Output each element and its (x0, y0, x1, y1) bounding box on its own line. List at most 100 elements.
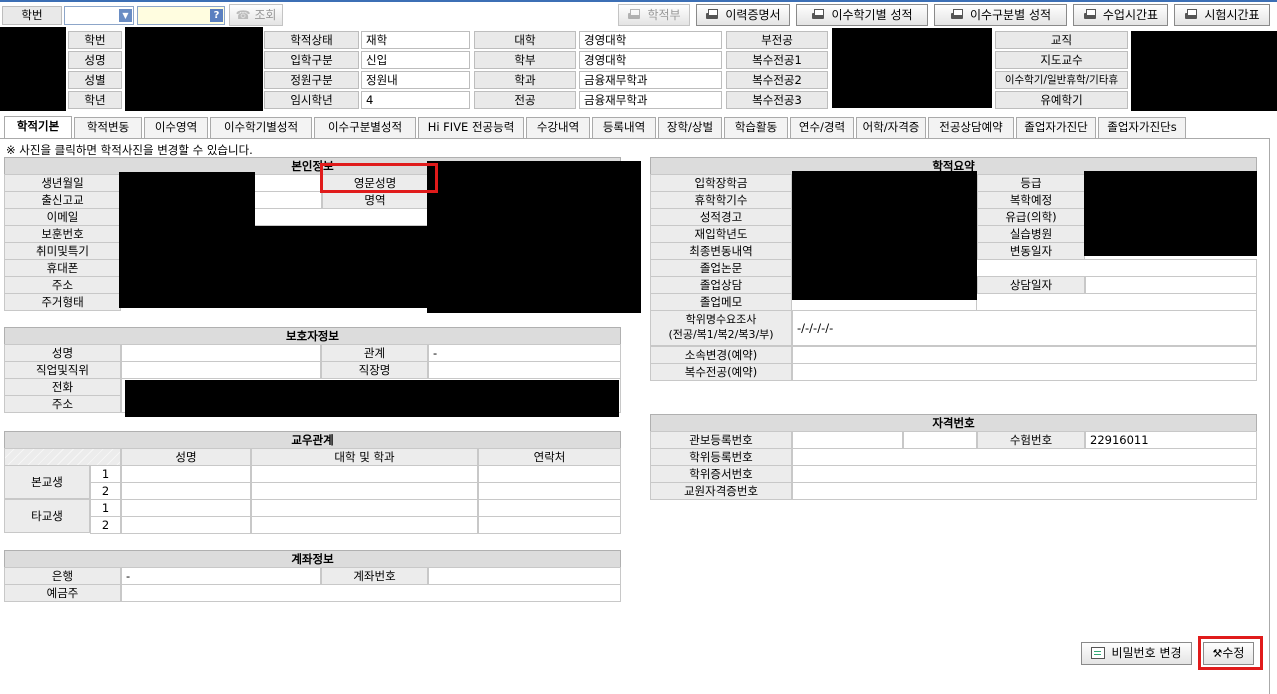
friend-cell (251, 499, 478, 517)
student-photo-redacted[interactable] (0, 27, 66, 111)
warning-label: 성적경고 (650, 208, 792, 226)
license-no-label: 관보등록번호 (650, 431, 792, 449)
row-num: 2 (90, 482, 121, 500)
account-no-value (428, 567, 621, 585)
account-header: 계좌정보 (4, 550, 621, 568)
friend-cell (478, 499, 621, 517)
personal-redacted-middle (255, 226, 428, 308)
job-label: 직업및직위 (4, 361, 121, 379)
friend-cell (121, 465, 251, 483)
class-schedule-button[interactable]: 수업시간표 (1073, 4, 1168, 26)
memo-value (976, 293, 1257, 311)
workplace-label: 직장명 (321, 361, 428, 379)
hobby-label: 취미및특기 (4, 242, 121, 260)
gender-label: 성별 (68, 71, 122, 89)
double-major3-label: 복수전공3 (726, 91, 828, 109)
tab-13[interactable]: 졸업자가진단 (1016, 117, 1096, 138)
class-schedule-label: 수업시간표 (1102, 8, 1159, 22)
hakjeokbu-button[interactable]: 학적부 (618, 4, 690, 26)
temp-grade-value: 4 (361, 91, 470, 109)
hakbun-label: 학번 (68, 31, 122, 49)
row-external-label: 타교생 (4, 499, 90, 533)
personal-photo-redacted[interactable] (427, 161, 641, 313)
school-label: 출신고교 (4, 191, 121, 209)
student-id-select[interactable]: ▼ (64, 6, 134, 25)
tab-4[interactable]: 이수구분별성적 (314, 117, 416, 138)
tab-6[interactable]: 수강내역 (526, 117, 590, 138)
tab-9[interactable]: 학습활동 (724, 117, 788, 138)
division-label: 학부 (474, 51, 576, 69)
return-label: 복학예정 (977, 191, 1085, 209)
email-label: 이메일 (4, 208, 121, 226)
change-password-label: 비밀번호 변경 (1111, 646, 1182, 660)
bank-value: - (121, 567, 321, 585)
friend-cell (478, 465, 621, 483)
degree-cert-label: 학위증서번호 (650, 465, 792, 483)
survey-label-sub: (전공/복1/복2/복3/부) (668, 328, 774, 341)
teacher-cert-label: 교원자격증번호 (650, 482, 792, 500)
deferred-label: 유예학기 (995, 91, 1128, 109)
exam-no-value: 22916011 (1085, 431, 1257, 449)
printer-icon (811, 9, 825, 21)
chn-name-label: 명역 (322, 191, 428, 209)
by-semester-button[interactable]: 이수학기별 성적 (796, 4, 928, 26)
tab-14[interactable]: 졸업자가진단s (1098, 117, 1186, 138)
tab-0[interactable]: 학적기본 (4, 116, 72, 138)
personal-redacted-left (119, 172, 255, 308)
license-no-value2 (903, 431, 977, 449)
double-res-label: 복수전공(예약) (650, 363, 792, 381)
top-accent-line (0, 0, 1277, 2)
history-cert-label: 이력증명서 (725, 8, 781, 22)
tab-5[interactable]: Hi FIVE 전공능력 (418, 117, 524, 138)
relation-value: - (428, 344, 621, 362)
counsel-date-label: 상담일자 (977, 276, 1085, 294)
guardian-info-header: 보호자정보 (4, 327, 621, 345)
printer-icon (1083, 9, 1097, 21)
survey-label: 학위명수요조사 (전공/복1/복2/복3/부) (650, 310, 792, 346)
survey-label-main: 학위명수요조사 (685, 313, 757, 326)
query-button-label: 조회 (254, 8, 277, 22)
double-major2-label: 복수전공2 (726, 71, 828, 89)
chevron-down-icon[interactable]: ▼ (119, 9, 132, 22)
tab-11[interactable]: 어학/자격증 (856, 117, 926, 138)
rank-label: 등급 (977, 174, 1085, 192)
printer-icon (627, 9, 641, 21)
dept-label: 학과 (474, 71, 576, 89)
quota-value: 정원내 (361, 71, 470, 89)
friend-cell (478, 482, 621, 500)
tab-10[interactable]: 연수/경력 (790, 117, 854, 138)
history-cert-button[interactable]: 이력증명서 (696, 4, 790, 26)
counsel-label: 졸업상담 (650, 276, 792, 294)
edit-note-icon (1091, 647, 1106, 659)
leave-count-label: 휴학학기수 (650, 191, 792, 209)
tab-7[interactable]: 등록내역 (592, 117, 656, 138)
workplace-value (428, 361, 621, 379)
major-label: 전공 (474, 91, 576, 109)
by-category-button[interactable]: 이수구분별 성적 (934, 4, 1067, 26)
tab-2[interactable]: 이수영역 (144, 117, 208, 138)
scholarship-label: 입학장학금 (650, 174, 792, 192)
tab-12[interactable]: 전공상담예약 (928, 117, 1014, 138)
student-id-input[interactable]: ? (137, 6, 225, 25)
exam-schedule-button[interactable]: 시험시간표 (1174, 4, 1270, 26)
tab-8[interactable]: 장학/상벌 (658, 117, 722, 138)
query-button[interactable]: ☎ 조회 (229, 4, 283, 26)
address-label: 주소 (4, 276, 121, 294)
friends-header: 교우관계 (4, 431, 621, 449)
exam-schedule-label: 시험시간표 (1204, 8, 1260, 22)
friend-cell (478, 516, 621, 534)
tab-3[interactable]: 이수학기별성적 (210, 117, 312, 138)
change-password-button[interactable]: 비밀번호 변경 (1081, 642, 1192, 665)
advisor-label: 지도교수 (995, 51, 1128, 69)
birth-extra-value (254, 174, 322, 192)
friend-cell (121, 516, 251, 534)
thesis-ext-value (976, 259, 1257, 277)
tab-1[interactable]: 학적변동 (74, 117, 142, 138)
student-id-label: 학번 (2, 6, 62, 25)
thesis-label: 졸업논문 (650, 259, 792, 277)
friend-cell (121, 499, 251, 517)
affil-change-label: 소속변경(예약) (650, 346, 792, 364)
help-icon[interactable]: ? (210, 9, 223, 22)
minor-label: 부전공 (726, 31, 828, 49)
job-value (121, 361, 321, 379)
